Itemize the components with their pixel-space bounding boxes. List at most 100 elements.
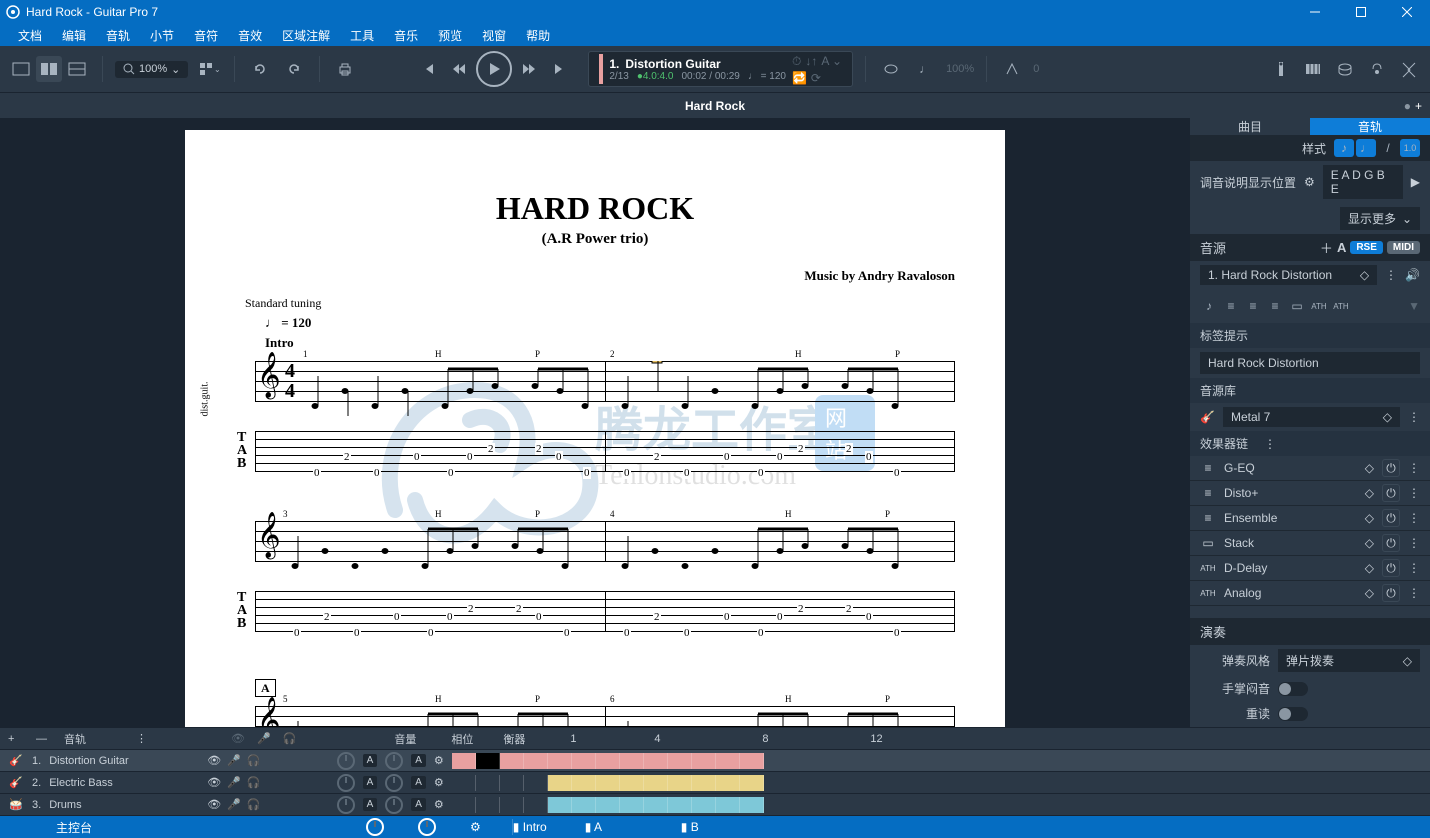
- menu-edit[interactable]: 编辑: [52, 25, 96, 46]
- keyboard-icon[interactable]: [1300, 56, 1326, 82]
- visibility-icon[interactable]: 👁: [207, 798, 221, 811]
- preset-icon[interactable]: ≡: [1222, 293, 1240, 319]
- minimize-button[interactable]: [1292, 0, 1338, 24]
- speaker-icon[interactable]: 🔊: [1405, 268, 1420, 282]
- tempo-icon[interactable]: ♩: [912, 56, 938, 82]
- drums-icon[interactable]: [1332, 56, 1358, 82]
- more-icon[interactable]: ⋮: [1264, 437, 1276, 451]
- rse-badge[interactable]: RSE: [1350, 241, 1383, 254]
- show-more-select[interactable]: 显示更多 ⌄: [1340, 207, 1420, 230]
- effect-row[interactable]: ATHD-Delay◇⏻⋮: [1190, 556, 1430, 581]
- layout-single-icon[interactable]: [8, 56, 34, 82]
- fretboard-icon[interactable]: [1268, 56, 1294, 82]
- volume-knob[interactable]: [337, 752, 355, 770]
- track-row[interactable]: 🥁 3. Drums 👁 🎤 🎧 A A ⚙: [0, 794, 1430, 816]
- layout-screen-icon[interactable]: [64, 56, 90, 82]
- metronome-icon[interactable]: ⏱: [792, 54, 801, 69]
- rewind-icon[interactable]: [446, 56, 472, 82]
- pan-knob[interactable]: [385, 752, 403, 770]
- visibility-icon[interactable]: 👁: [207, 776, 221, 789]
- line-in-icon[interactable]: [1364, 56, 1390, 82]
- effect-row[interactable]: ≡Disto+◇⏻⋮: [1190, 481, 1430, 506]
- effect-row[interactable]: ▭Stack◇⏻⋮: [1190, 531, 1430, 556]
- auto-badge[interactable]: A: [363, 798, 378, 811]
- tuner-icon[interactable]: [999, 56, 1025, 82]
- auto-badge[interactable]: A: [411, 754, 426, 767]
- mixer-icon[interactable]: [1396, 56, 1422, 82]
- loop-icon[interactable]: 🔁: [792, 71, 807, 85]
- menu-help[interactable]: 帮助: [516, 25, 560, 46]
- more-icon[interactable]: ⋮: [1408, 536, 1420, 550]
- countdown-icon[interactable]: ↓↑: [805, 54, 817, 69]
- menu-effect[interactable]: 音效: [228, 25, 272, 46]
- accent-toggle[interactable]: [1278, 707, 1308, 721]
- volume-knob[interactable]: [366, 818, 384, 836]
- notation-rhythm-icon[interactable]: 1.0: [1400, 139, 1420, 157]
- close-button[interactable]: [1384, 0, 1430, 24]
- menu-bar[interactable]: 小节: [140, 25, 184, 46]
- menu-sound[interactable]: 音乐: [384, 25, 428, 46]
- tab-song[interactable]: 曲目: [1190, 118, 1310, 135]
- sliders-icon[interactable]: ⚙: [434, 754, 444, 767]
- preset-icon[interactable]: ♪: [1200, 293, 1218, 319]
- notation-standard-icon[interactable]: ♪: [1334, 139, 1354, 157]
- menu-section[interactable]: 区域注解: [272, 25, 340, 46]
- more-icon[interactable]: ⋮: [1408, 486, 1420, 500]
- power-icon[interactable]: ⏻: [1382, 509, 1400, 527]
- forward-icon[interactable]: [516, 56, 542, 82]
- notation-tab-icon[interactable]: ♩: [1356, 139, 1376, 157]
- play-style-select[interactable]: 弹片拨奏◇: [1278, 649, 1420, 672]
- track-timeline[interactable]: [452, 772, 764, 794]
- volume-knob[interactable]: [337, 796, 355, 814]
- track-timeline[interactable]: [452, 750, 764, 772]
- preset-icon[interactable]: ▭: [1288, 293, 1306, 319]
- visibility-icon[interactable]: 👁: [207, 754, 221, 767]
- menu-tools[interactable]: 工具: [340, 25, 384, 46]
- solo-icon[interactable]: 🎧: [247, 754, 261, 767]
- mute-icon[interactable]: 🎤: [257, 732, 271, 745]
- gear-icon[interactable]: ⚙: [1304, 175, 1315, 189]
- sliders-icon[interactable]: ⚙: [434, 776, 444, 789]
- notation-slash-icon[interactable]: /: [1378, 139, 1398, 157]
- power-icon[interactable]: ⏻: [1382, 584, 1400, 602]
- remove-track-icon[interactable]: —: [36, 733, 52, 745]
- track-timeline[interactable]: [452, 794, 764, 816]
- effect-row[interactable]: ATHAnalog◇⏻⋮: [1190, 581, 1430, 606]
- more-icon[interactable]: ⋮: [1408, 586, 1420, 600]
- more-icon[interactable]: ⋮: [1408, 410, 1420, 424]
- midi-badge[interactable]: MIDI: [1387, 241, 1420, 254]
- auto-badge[interactable]: A: [363, 754, 378, 767]
- preset-icon[interactable]: ≡: [1266, 293, 1284, 319]
- palm-mute-toggle[interactable]: [1278, 682, 1308, 696]
- play-button[interactable]: [476, 51, 512, 87]
- tab-add-icon[interactable]: +: [1415, 99, 1422, 113]
- menu-track[interactable]: 音轨: [96, 25, 140, 46]
- undo-icon[interactable]: [247, 56, 273, 82]
- menu-view[interactable]: 预览: [428, 25, 472, 46]
- menu-file[interactable]: 文档: [8, 25, 52, 46]
- preset-icon[interactable]: ATH: [1332, 293, 1350, 319]
- layout-pages-icon[interactable]: [36, 56, 62, 82]
- power-icon[interactable]: ⏻: [1382, 534, 1400, 552]
- first-icon[interactable]: [416, 56, 442, 82]
- solo-icon[interactable]: 🎧: [283, 732, 297, 745]
- master-row[interactable]: 主控台 ⚙ ▮ Intro ▮ A ▮ B: [0, 816, 1430, 838]
- pan-knob[interactable]: [385, 796, 403, 814]
- zoom-control[interactable]: 100% ⌄: [115, 61, 188, 78]
- track-row[interactable]: 🎸 1. Distortion Guitar 👁 🎤 🎧 A A ⚙: [0, 750, 1430, 772]
- solo-icon[interactable]: 🎧: [247, 798, 261, 811]
- pan-knob[interactable]: [385, 774, 403, 792]
- solo-icon[interactable]: 🎧: [247, 776, 261, 789]
- more-icon[interactable]: ⋮: [1408, 561, 1420, 575]
- power-icon[interactable]: ⏻: [1382, 459, 1400, 477]
- auto-badge[interactable]: A: [363, 776, 378, 789]
- more-icon[interactable]: ⋮: [1408, 461, 1420, 475]
- maximize-button[interactable]: [1338, 0, 1384, 24]
- menu-note[interactable]: 音符: [184, 25, 228, 46]
- volume-knob[interactable]: [337, 774, 355, 792]
- document-tab[interactable]: Hard Rock: [685, 99, 745, 113]
- sliders-icon[interactable]: ⚙: [434, 798, 444, 811]
- speedtrainer-icon[interactable]: ⟳: [811, 71, 821, 85]
- label-hint-input[interactable]: [1200, 352, 1420, 374]
- add-sound-icon[interactable]: ＋: [1320, 238, 1333, 257]
